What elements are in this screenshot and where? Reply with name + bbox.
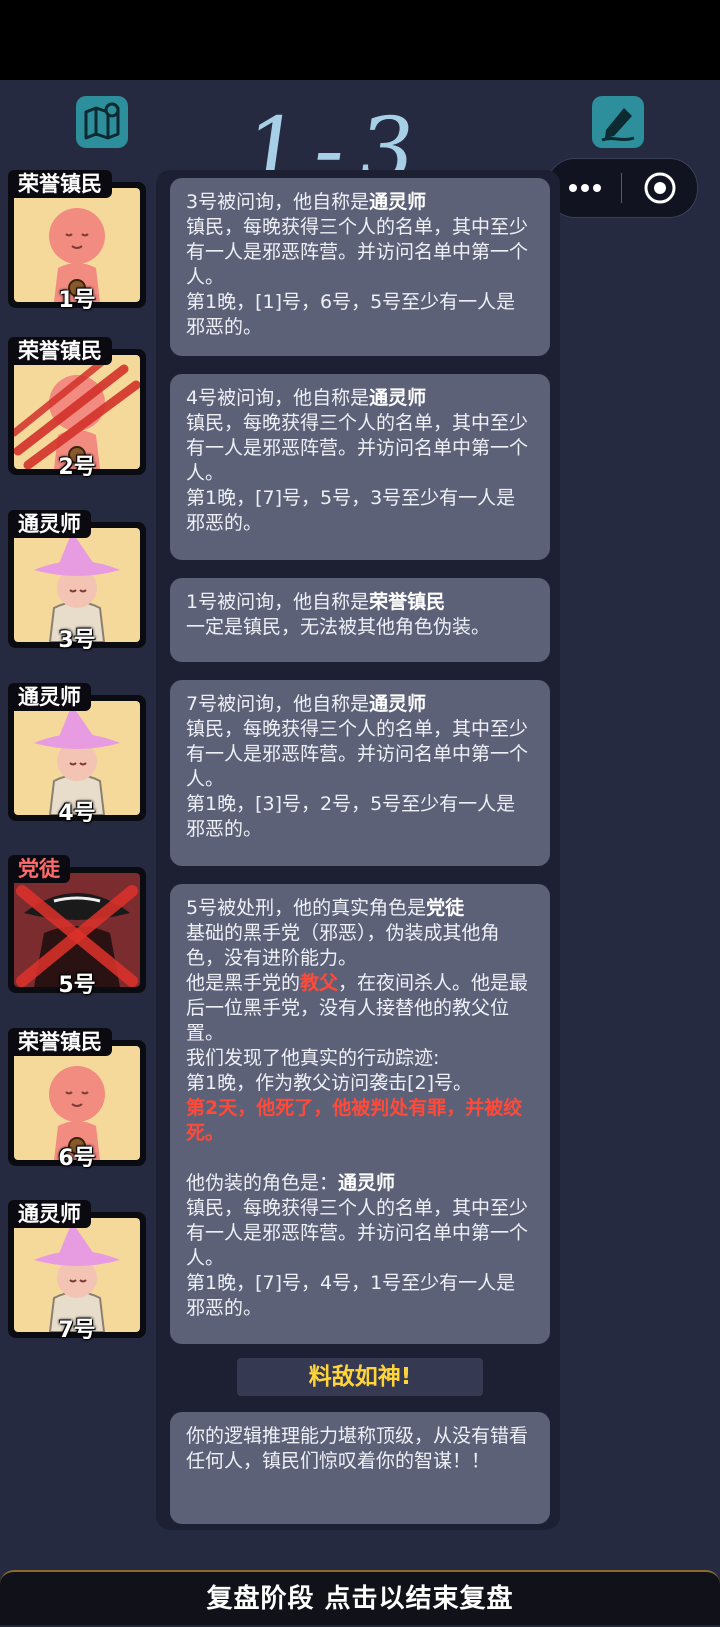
claim-text: 1号被问询，他自称是 [186, 591, 370, 613]
player-card-6[interactable]: 荣誉镇民 6号 [8, 1028, 146, 1171]
log-line: 4号被问询，他自称是通灵师 [186, 386, 534, 411]
claimed-role: 通灵师 [369, 387, 427, 409]
verdict-banner: 料敌如神! [237, 1358, 483, 1396]
claim-text: 3号被问询，他自称是 [186, 191, 370, 213]
role-label: 通灵师 [8, 1200, 91, 1228]
claimed-role: 通灵师 [369, 191, 427, 213]
godfather-prefix: 他是黑手党的 [186, 972, 301, 994]
target-icon[interactable] [643, 171, 677, 205]
role-label: 通灵师 [8, 510, 91, 538]
night-result: 第1晚，[1]号，6号，5号至少有一人是邪恶的。 [186, 291, 516, 338]
role-label: 荣誉镇民 [8, 170, 112, 198]
godfather-highlight: 教父 [300, 972, 339, 994]
trail-heading: 我们发现了他真实的行动踪迹: [186, 1047, 440, 1069]
player-card-1[interactable]: 荣誉镇民 1号 [8, 170, 146, 313]
seat-number: 1号 [58, 288, 96, 313]
player-card-3[interactable]: 通灵师 3号 [8, 510, 146, 653]
log-line: 5号被处刑，他的真实角色是党徒 [186, 896, 534, 921]
role-description: 镇民，每晚获得三个人的名单，其中至少有一人是邪恶阵营。并访问名单中第一个人。 [186, 1197, 529, 1269]
map-icon [84, 102, 120, 140]
role-description: 一定是镇民，无法被其他角色伪装。 [186, 616, 491, 638]
role-label: 荣誉镇民 [8, 337, 112, 365]
log-line: 3号被问询，他自称是通灵师 [186, 190, 534, 215]
night-result: 第1晚，[7]号，4号，1号至少有一人是邪恶的。 [186, 1272, 516, 1319]
claim-text: 7号被问询，他自称是 [186, 693, 370, 715]
mini-program-capsule [546, 158, 698, 218]
role-description: 基础的黑手党（邪恶），伪装成其他角色，没有进阶能力。 [186, 922, 500, 969]
capsule-divider [621, 173, 622, 203]
notes-button[interactable] [592, 96, 644, 148]
end-review-label: 复盘阶段 点击以结束复盘 [206, 1584, 514, 1614]
edit-icon [601, 108, 635, 142]
log-card-3: 1号被问询，他自称是荣誉镇民 一定是镇民，无法被其他角色伪装。 [170, 578, 550, 662]
role-label: 党徒 [8, 855, 70, 883]
seat-number: 7号 [58, 1318, 96, 1343]
log-card-1: 3号被问询，他自称是通灵师 镇民，每晚获得三个人的名单，其中至少有一人是邪恶阵营… [170, 178, 550, 356]
seat-number: 4号 [58, 801, 96, 826]
end-review-button[interactable]: 复盘阶段 点击以结束复盘 [0, 1570, 720, 1625]
death-notice: 第2天，他死了，他被判处有罪，并被绞死。 [186, 1097, 523, 1144]
night-action: 第1晚，作为教父访问袭击[2]号。 [186, 1072, 473, 1094]
log-card-4: 7号被问询，他自称是通灵师 镇民，每晚获得三个人的名单，其中至少有一人是邪恶阵营… [170, 680, 550, 866]
night-result: 第1晚，[3]号，2号，5号至少有一人是邪恶的。 [186, 793, 516, 840]
player-card-7[interactable]: 通灵师 7号 [8, 1200, 146, 1343]
disguise-role: 通灵师 [338, 1172, 396, 1194]
summary-text: 你的逻辑推理能力堪称顶级，从没有错看任何人，镇民们惊叹着你的智谋！！ [186, 1425, 529, 1472]
disguise-prefix: 他伪装的角色是： [186, 1172, 339, 1194]
summary-card: 你的逻辑推理能力堪称顶级，从没有错看任何人，镇民们惊叹着你的智谋！！ [170, 1412, 550, 1524]
godfather-line: 他是黑手党的教父，在夜间杀人。他是最后一位黑手党，没有人接替他的教父位置。 [186, 971, 534, 1046]
map-button[interactable] [76, 96, 128, 148]
role-description: 镇民，每晚获得三个人的名单，其中至少有一人是邪恶阵营。并访问名单中第一个人。 [186, 412, 529, 484]
claimed-role: 通灵师 [369, 693, 427, 715]
log-line: 7号被问询，他自称是通灵师 [186, 692, 534, 717]
seat-number: 2号 [58, 455, 96, 480]
seat-number: 3号 [58, 628, 96, 653]
more-icon[interactable] [565, 173, 605, 203]
true-role: 党徒 [426, 897, 465, 919]
role-description: 镇民，每晚获得三个人的名单，其中至少有一人是邪恶阵营。并访问名单中第一个人。 [186, 216, 529, 288]
role-description: 镇民，每晚获得三个人的名单，其中至少有一人是邪恶阵营。并访问名单中第一个人。 [186, 718, 529, 790]
status-bar [0, 0, 720, 80]
role-label: 荣誉镇民 [8, 1028, 112, 1056]
log-card-5-execution: 5号被处刑，他的真实角色是党徒 基础的黑手党（邪恶），伪装成其他角色，没有进阶能… [170, 884, 550, 1344]
seat-number: 5号 [58, 973, 96, 998]
night-result: 第1晚，[7]号，5号，3号至少有一人是邪恶的。 [186, 487, 516, 534]
log-line: 1号被问询，他自称是荣誉镇民 [186, 590, 534, 615]
role-label: 通灵师 [8, 683, 91, 711]
execution-text: 5号被处刑，他的真实角色是 [186, 897, 427, 919]
player-card-4[interactable]: 通灵师 4号 [8, 683, 146, 826]
claim-text: 4号被问询，他自称是 [186, 387, 370, 409]
seat-number: 6号 [58, 1146, 96, 1171]
player-card-5[interactable]: 党徒 5号 [8, 855, 146, 998]
player-card-2[interactable]: 荣誉镇民 2号 [8, 337, 146, 480]
claimed-role: 荣誉镇民 [369, 591, 446, 613]
disguise-line: 他伪装的角色是：通灵师 [186, 1171, 534, 1196]
log-card-2: 4号被问询，他自称是通灵师 镇民，每晚获得三个人的名单，其中至少有一人是邪恶阵营… [170, 374, 550, 560]
